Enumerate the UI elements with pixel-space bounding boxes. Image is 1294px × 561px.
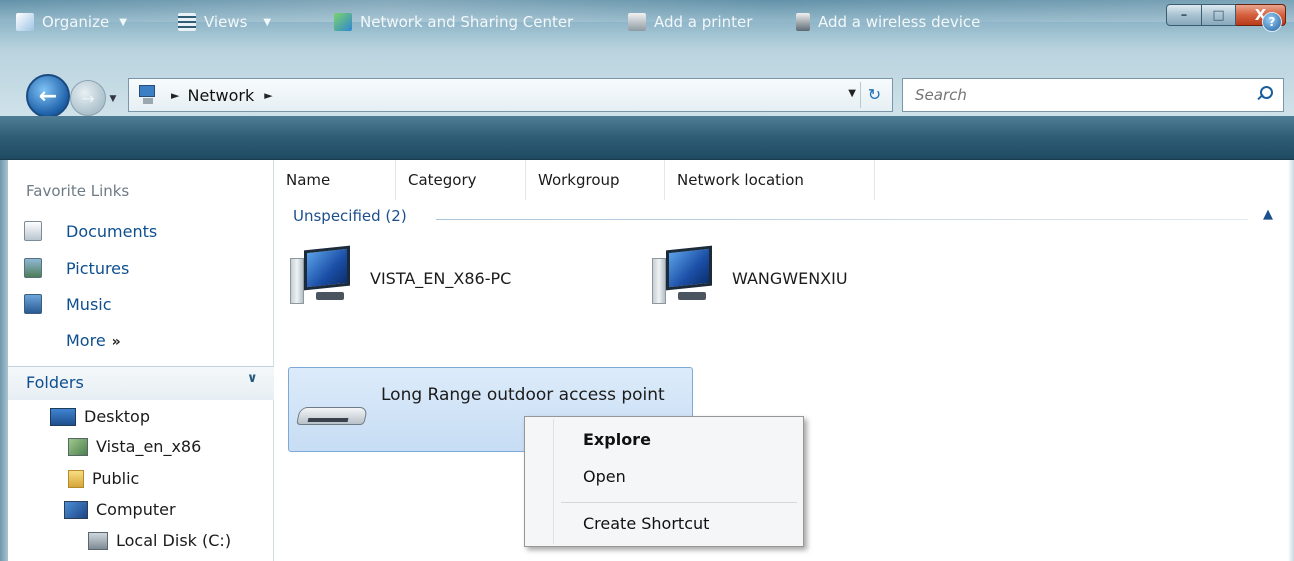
group-header[interactable]: Unspecified (2) — [293, 207, 407, 225]
chevron-down-icon: ▼ — [263, 16, 272, 28]
more-label: More — [66, 331, 106, 350]
network-sharing-center-button[interactable]: Network and Sharing Center — [334, 0, 573, 44]
favorite-links-title: Favorite Links — [26, 182, 130, 200]
context-menu-open[interactable]: Open — [583, 467, 626, 486]
desktop-icon — [50, 407, 76, 426]
favorite-link-documents[interactable]: Documents — [24, 221, 157, 241]
maximize-button[interactable]: □ — [1202, 4, 1236, 26]
chevron-double-icon: » — [111, 334, 121, 350]
group-divider — [436, 219, 1248, 220]
favorite-link-music[interactable]: Music — [24, 294, 112, 314]
folder-icon — [68, 469, 84, 488]
user-folder-icon — [68, 437, 88, 456]
network-icon — [137, 84, 161, 106]
favorite-link-label: Music — [66, 294, 112, 314]
favorite-link-label: Pictures — [66, 258, 130, 278]
access-point-icon — [296, 403, 368, 429]
local-disk-icon — [88, 531, 108, 550]
tree-item-vista-en-x86[interactable]: Vista_en_x86 — [68, 437, 201, 456]
command-bar — [0, 116, 1294, 160]
chevron-down-icon: ▼ — [119, 16, 127, 28]
context-menu-create-shortcut[interactable]: Create Shortcut — [583, 514, 709, 533]
tree-item-local-disk[interactable]: Local Disk (C:) — [88, 531, 231, 550]
add-printer-button[interactable]: Add a printer — [628, 0, 752, 44]
breadcrumb-separator-trailing[interactable]: ► — [264, 89, 272, 102]
context-menu: Explore Open Create Shortcut — [524, 416, 804, 547]
tree-item-computer[interactable]: Computer — [64, 500, 176, 519]
add-wireless-device-button[interactable]: Add a wireless device — [796, 0, 980, 44]
recent-pages-dropdown[interactable]: ▼ — [106, 94, 120, 108]
network-item-computer[interactable]: WANGWENXIU — [652, 245, 848, 308]
folders-title[interactable]: Folders — [26, 373, 84, 392]
context-menu-explore[interactable]: Explore — [583, 430, 651, 449]
refresh-icon[interactable]: ↻ — [860, 82, 888, 108]
breadcrumb-network[interactable]: Network — [187, 86, 254, 105]
column-header-workgroup[interactable]: Workgroup — [526, 160, 665, 200]
column-header-category[interactable]: Category — [396, 160, 526, 200]
column-header-network-location[interactable]: Network location — [665, 160, 875, 200]
computer-icon — [290, 245, 352, 308]
chevron-down-icon[interactable]: ∨ — [247, 371, 258, 386]
context-menu-separator — [561, 502, 797, 503]
column-header-name[interactable]: Name — [274, 160, 396, 200]
organize-button[interactable]: Organize ▼ — [16, 0, 127, 44]
access-point-label[interactable]: Long Range outdoor access point — [381, 382, 681, 409]
network-item-label: VISTA_EN_X86-PC — [370, 268, 512, 288]
search-icon[interactable] — [1255, 86, 1273, 104]
chevron-up-icon[interactable]: ▲ — [1263, 207, 1273, 222]
tree-item-label: Public — [92, 469, 140, 488]
organize-label: Organize — [42, 13, 110, 31]
organize-icon — [16, 13, 34, 31]
computer-icon — [652, 245, 714, 308]
back-button[interactable]: ← — [26, 74, 70, 118]
music-icon — [24, 294, 42, 314]
network-sharing-label: Network and Sharing Center — [360, 13, 574, 31]
documents-icon — [24, 221, 42, 241]
breadcrumb-separator[interactable]: ► — [171, 89, 179, 102]
wireless-device-icon — [796, 13, 810, 31]
views-button[interactable]: Views ▼ — [178, 0, 271, 44]
network-sharing-icon — [334, 13, 352, 31]
more-links[interactable]: More » — [66, 331, 121, 350]
search-box[interactable] — [902, 78, 1284, 112]
window-frame-left — [0, 160, 8, 561]
add-printer-label: Add a printer — [654, 13, 753, 31]
printer-icon — [628, 13, 646, 31]
tree-item-desktop[interactable]: Desktop — [50, 407, 150, 426]
column-headers: Name Category Workgroup Network location — [274, 160, 1294, 200]
tree-item-label: Desktop — [84, 407, 150, 426]
add-wireless-label: Add a wireless device — [818, 13, 981, 31]
search-input[interactable] — [903, 80, 1233, 110]
address-dropdown-icon[interactable]: ▼ — [848, 88, 856, 99]
minimize-button[interactable]: – — [1166, 4, 1202, 26]
tree-item-label: Vista_en_x86 — [96, 437, 202, 456]
window-frame-right — [1288, 160, 1294, 561]
tree-item-label: Local Disk (C:) — [116, 531, 232, 550]
favorite-link-pictures[interactable]: Pictures — [24, 258, 129, 278]
pictures-icon — [24, 258, 42, 278]
views-label: Views — [204, 13, 248, 31]
forward-button[interactable]: → — [70, 80, 106, 116]
tree-item-public[interactable]: Public — [68, 469, 139, 488]
tree-item-label: Computer — [96, 500, 176, 519]
computer-icon — [64, 500, 88, 519]
favorite-link-label: Documents — [66, 221, 158, 241]
views-icon — [178, 13, 196, 31]
address-bar[interactable]: ► Network ► ▼ ↻ — [128, 78, 893, 112]
help-icon[interactable]: ? — [1262, 12, 1282, 32]
network-item-label: WANGWENXIU — [732, 268, 848, 288]
network-item-computer[interactable]: VISTA_EN_X86-PC — [290, 245, 512, 308]
